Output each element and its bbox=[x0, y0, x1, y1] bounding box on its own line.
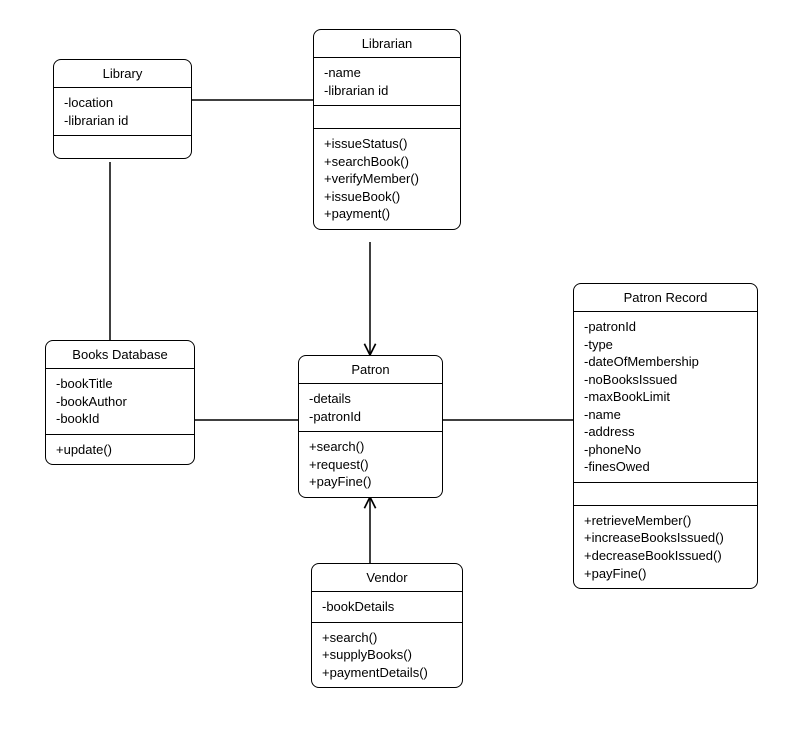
class-title: Patron bbox=[299, 356, 442, 384]
attr: -dateOfMembership bbox=[584, 353, 747, 371]
attr: -patronId bbox=[584, 318, 747, 336]
class-operations: +issueStatus() +searchBook() +verifyMemb… bbox=[314, 129, 460, 229]
attr: -address bbox=[584, 423, 747, 441]
class-title: Librarian bbox=[314, 30, 460, 58]
class-attributes: -bookTitle -bookAuthor -bookId bbox=[46, 369, 194, 435]
class-operations: +retrieveMember() +increaseBooksIssued()… bbox=[574, 506, 757, 588]
attr: -name bbox=[324, 64, 450, 82]
op: +supplyBooks() bbox=[322, 646, 452, 664]
class-spacer bbox=[574, 483, 757, 506]
op: +request() bbox=[309, 456, 432, 474]
op: +issueBook() bbox=[324, 188, 450, 206]
op: +search() bbox=[309, 438, 432, 456]
class-vendor: Vendor -bookDetails +search() +supplyBoo… bbox=[311, 563, 463, 688]
class-attributes: -name -librarian id bbox=[314, 58, 460, 106]
op: +payFine() bbox=[584, 565, 747, 583]
attr: -librarian id bbox=[324, 82, 450, 100]
op: +searchBook() bbox=[324, 153, 450, 171]
op: +increaseBooksIssued() bbox=[584, 529, 747, 547]
class-attributes: -bookDetails bbox=[312, 592, 462, 623]
attr: -name bbox=[584, 406, 747, 424]
class-operations bbox=[54, 136, 191, 158]
class-title: Patron Record bbox=[574, 284, 757, 312]
attr: -details bbox=[309, 390, 432, 408]
class-spacer bbox=[314, 106, 460, 129]
attr: -location bbox=[64, 94, 181, 112]
attr: -patronId bbox=[309, 408, 432, 426]
class-library: Library -location -librarian id bbox=[53, 59, 192, 159]
class-attributes: -details -patronId bbox=[299, 384, 442, 432]
op: +verifyMember() bbox=[324, 170, 450, 188]
op: +retrieveMember() bbox=[584, 512, 747, 530]
attr: -noBooksIssued bbox=[584, 371, 747, 389]
attr: -maxBookLimit bbox=[584, 388, 747, 406]
op: +payment() bbox=[324, 205, 450, 223]
class-patronrecord: Patron Record -patronId -type -dateOfMem… bbox=[573, 283, 758, 589]
class-title: Library bbox=[54, 60, 191, 88]
class-operations: +search() +request() +payFine() bbox=[299, 432, 442, 497]
class-librarian: Librarian -name -librarian id +issueStat… bbox=[313, 29, 461, 230]
class-title: Books Database bbox=[46, 341, 194, 369]
class-patron: Patron -details -patronId +search() +req… bbox=[298, 355, 443, 498]
op: +paymentDetails() bbox=[322, 664, 452, 682]
attr: -bookAuthor bbox=[56, 393, 184, 411]
attr: -phoneNo bbox=[584, 441, 747, 459]
op: +payFine() bbox=[309, 473, 432, 491]
op: +update() bbox=[56, 441, 184, 459]
attr: -bookTitle bbox=[56, 375, 184, 393]
op: +decreaseBookIssued() bbox=[584, 547, 747, 565]
op: +issueStatus() bbox=[324, 135, 450, 153]
attr: -type bbox=[584, 336, 747, 354]
class-operations: +search() +supplyBooks() +paymentDetails… bbox=[312, 623, 462, 688]
attr: -bookDetails bbox=[322, 598, 452, 616]
op: +search() bbox=[322, 629, 452, 647]
attr: -bookId bbox=[56, 410, 184, 428]
attr: -finesOwed bbox=[584, 458, 747, 476]
attr: -librarian id bbox=[64, 112, 181, 130]
class-booksdb: Books Database -bookTitle -bookAuthor -b… bbox=[45, 340, 195, 465]
class-operations: +update() bbox=[46, 435, 194, 465]
class-attributes: -location -librarian id bbox=[54, 88, 191, 136]
class-title: Vendor bbox=[312, 564, 462, 592]
class-attributes: -patronId -type -dateOfMembership -noBoo… bbox=[574, 312, 757, 483]
